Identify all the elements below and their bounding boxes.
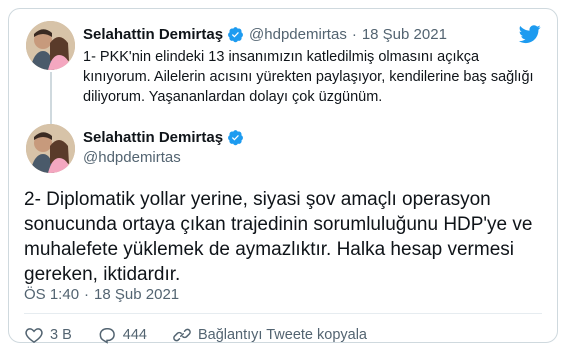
- like-button[interactable]: 3 B: [24, 325, 72, 345]
- avatar[interactable]: [26, 124, 75, 173]
- reply-tweet-text: 1- PKK'nin elindeki 13 insanımızın katle…: [83, 49, 534, 105]
- tweet-date[interactable]: 18 Şub 2021: [362, 26, 447, 43]
- tweet-embed-card: Selahattin Demirtaş @hdpdemirtas · 18 Şu…: [8, 8, 558, 345]
- tweet-actions: 3 B 444 Bağlantıyı Tweete kopyala: [24, 325, 392, 345]
- author-name[interactable]: Selahattin Demirtaş: [83, 129, 223, 146]
- verified-badge-icon: [228, 27, 243, 43]
- twitter-bird-icon[interactable]: [517, 23, 543, 45]
- copy-link-label: Bağlantıyı Tweete kopyala: [197, 327, 367, 343]
- main-tweet-header: Selahattin Demirtaş: [83, 129, 249, 146]
- thread-connector-line: [50, 72, 52, 124]
- author-handle[interactable]: @hdpdemirtas: [249, 26, 347, 43]
- separator-dot: ·: [351, 26, 357, 43]
- verified-badge-icon: [228, 130, 243, 146]
- main-tweet-handle-row: @hdpdemirtas: [83, 149, 181, 166]
- avatar[interactable]: [26, 21, 75, 70]
- copy-link-button[interactable]: Bağlantıyı Tweete kopyala: [172, 325, 367, 345]
- main-tweet-text: 2- Diplomatik yollar yerine, siyasi şov …: [24, 189, 533, 285]
- heart-icon: [25, 328, 43, 343]
- divider: [24, 313, 542, 314]
- like-count: 3 B: [50, 327, 72, 343]
- separator-dot: ·: [84, 286, 90, 303]
- tweet-time[interactable]: ÖS 1:40: [24, 286, 79, 303]
- reply-button[interactable]: 444: [97, 325, 147, 345]
- reply-count: 444: [122, 327, 147, 343]
- link-icon: [173, 328, 191, 342]
- author-name[interactable]: Selahattin Demirtaş: [83, 26, 223, 43]
- tweet-timestamp[interactable]: ÖS 1:40 · 18 Şub 2021: [24, 286, 179, 303]
- tweet-date[interactable]: 18 Şub 2021: [94, 286, 179, 303]
- reply-tweet-header: Selahattin Demirtaş @hdpdemirtas · 18 Şu…: [83, 26, 447, 43]
- author-handle[interactable]: @hdpdemirtas: [83, 149, 181, 166]
- reply-icon: [99, 328, 115, 344]
